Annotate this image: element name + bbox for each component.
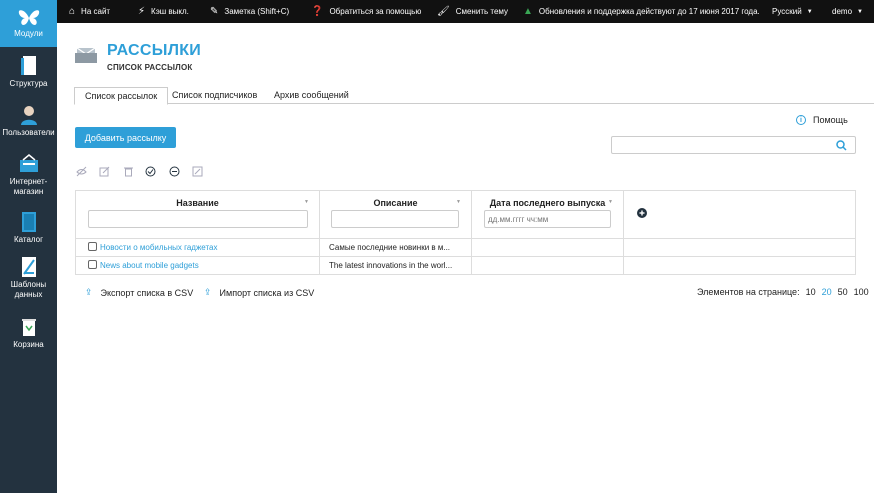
sort-icon[interactable]: ▼ — [304, 199, 309, 205]
cell-date — [472, 239, 624, 257]
tab-archive[interactable]: Архив сообщений — [264, 87, 359, 104]
sort-icon[interactable]: ▼ — [608, 199, 613, 205]
sidebar-item-label: Пользователи — [2, 128, 55, 137]
page-size-option-selected[interactable]: 20 — [822, 287, 832, 297]
page-subtitle: СПИСОК РАССЫЛОК — [107, 63, 193, 72]
sidebar-item-shop[interactable]: Интернет-магазин — [0, 145, 57, 203]
page-title: РАССЫЛКИ — [107, 42, 202, 59]
column-date: Дата последнего выпуска ▼ — [472, 191, 624, 238]
home-icon: ⌂ — [69, 6, 76, 17]
mailing-table: Название ▼ Описание ▼ Дата последнего вы… — [75, 190, 856, 275]
help-link[interactable]: i Помощь — [796, 115, 848, 125]
sidebar-item-templates[interactable]: Шаблоны данных — [0, 248, 57, 308]
export-icon: ⇪ — [85, 287, 93, 297]
sidebar-item-label: Интернет-магазин — [9, 177, 48, 196]
users-icon — [18, 104, 40, 126]
home-link[interactable]: ⌂ На сайт — [69, 0, 110, 23]
help-request-link[interactable]: ❓ Обратиться за помощью — [311, 0, 421, 23]
cache-toggle[interactable]: ⚡ Кэш выкл. — [138, 0, 189, 23]
catalog-icon — [18, 211, 40, 233]
sidebar-item-label: Корзина — [13, 340, 44, 349]
page-size-option[interactable]: 10 — [806, 287, 816, 297]
topbar: ⌂ На сайт ⚡ Кэш выкл. ✎ Заметка (Shift+C… — [57, 0, 874, 23]
user-menu[interactable]: demo ▼ — [832, 0, 863, 23]
language-select[interactable]: Русский ▼ — [772, 0, 813, 23]
import-csv-link[interactable]: ⇪ Импорт списка из CSV — [204, 287, 314, 298]
page-size-option[interactable]: 50 — [838, 287, 848, 297]
column-description: Описание ▼ — [320, 191, 472, 238]
sort-icon[interactable]: ▼ — [456, 199, 461, 205]
search-input[interactable] — [616, 137, 836, 153]
search-icon[interactable] — [836, 140, 847, 151]
sidebar-item-label: Шаблоны данных — [10, 280, 47, 299]
row-checkbox[interactable] — [88, 260, 97, 269]
description-filter-input[interactable] — [331, 210, 459, 228]
column-name: Название ▼ — [76, 191, 320, 238]
cell-date — [472, 257, 624, 275]
edit-icon[interactable] — [99, 166, 110, 177]
cell-name: News about mobile gadgets — [76, 257, 320, 275]
cell-description: The latest innovations in the worl... — [320, 257, 472, 275]
cart-icon — [18, 153, 40, 175]
row-checkbox[interactable] — [88, 242, 97, 251]
cell-description: Самые последние новинки в м... — [320, 239, 472, 257]
mailing-link[interactable]: Новости о мобильных гаджетах — [100, 243, 218, 252]
sidebar-item-users[interactable]: Пользователи — [0, 96, 57, 145]
brush-icon: 🖌 — [437, 6, 450, 17]
table-row[interactable]: Новости о мобильных гаджетах Самые после… — [76, 238, 855, 257]
sidebar-item-modules[interactable]: Модули — [0, 0, 57, 47]
mailing-link[interactable]: News about mobile gadgets — [100, 261, 199, 270]
name-filter-input[interactable] — [88, 210, 308, 228]
bolt-icon: ⚡ — [138, 6, 146, 17]
change-theme-link[interactable]: 🖌 Сменить тему — [437, 0, 508, 23]
sidebar-item-catalog[interactable]: Каталог — [0, 203, 57, 248]
mailing-icon — [75, 47, 97, 63]
sidebar-item-label: Структура — [9, 79, 48, 88]
page-size-label: Элементов на странице: — [697, 287, 800, 297]
sidebar-item-structure[interactable]: Структура — [0, 47, 57, 96]
page-size-option[interactable]: 100 — [854, 287, 869, 297]
question-icon: ❓ — [311, 6, 324, 17]
cell-name: Новости о мобильных гаджетах — [76, 239, 320, 257]
caret-down-icon: ▼ — [806, 8, 813, 15]
settings-icon[interactable] — [192, 166, 203, 177]
updates-notice[interactable]: ▲ Обновления и поддержка действуют до 17… — [523, 0, 760, 23]
sidebar-item-label: Модули — [14, 29, 43, 38]
sidebar-item-label: Каталог — [13, 235, 44, 244]
table-row[interactable]: News about mobile gadgets The latest inn… — [76, 256, 855, 275]
templates-icon — [18, 256, 40, 278]
structure-icon — [18, 55, 40, 77]
column-header[interactable]: Описание — [320, 198, 471, 208]
info-icon: i — [796, 115, 806, 125]
page-size-selector: Элементов на странице: 10 20 50 100 — [697, 287, 869, 297]
sidebar: Модули Структура Пользователи Интернет-м… — [0, 0, 57, 493]
uncheck-all-icon[interactable] — [169, 166, 180, 177]
date-filter-input[interactable] — [484, 210, 611, 228]
add-mailing-button[interactable]: Добавить рассылку — [75, 127, 176, 148]
export-csv-link[interactable]: ⇪ Экспорт списка в CSV — [85, 287, 193, 298]
add-column-icon[interactable] — [637, 208, 647, 218]
edit-note-icon: ✎ — [210, 6, 219, 17]
tab-bar: Список рассылок Список подписчиков Архив… — [74, 87, 874, 105]
tab-mailing-list[interactable]: Список рассылок — [74, 87, 169, 105]
check-all-icon[interactable] — [145, 166, 156, 177]
hide-icon[interactable] — [76, 166, 87, 177]
note-button[interactable]: ✎ Заметка (Shift+C) — [210, 0, 289, 23]
butterfly-icon — [18, 10, 39, 25]
column-header[interactable]: Дата последнего выпуска — [472, 198, 623, 208]
sidebar-item-trash[interactable]: Корзина — [0, 308, 57, 353]
column-header[interactable]: Название — [76, 198, 319, 208]
delete-icon[interactable] — [123, 166, 134, 177]
caret-down-icon: ▼ — [857, 8, 863, 15]
tab-subscribers[interactable]: Список подписчиков — [162, 87, 267, 104]
trash-icon — [18, 316, 40, 338]
warning-icon: ▲ — [523, 6, 533, 17]
search-box — [611, 136, 856, 154]
import-icon: ⇪ — [204, 287, 212, 297]
